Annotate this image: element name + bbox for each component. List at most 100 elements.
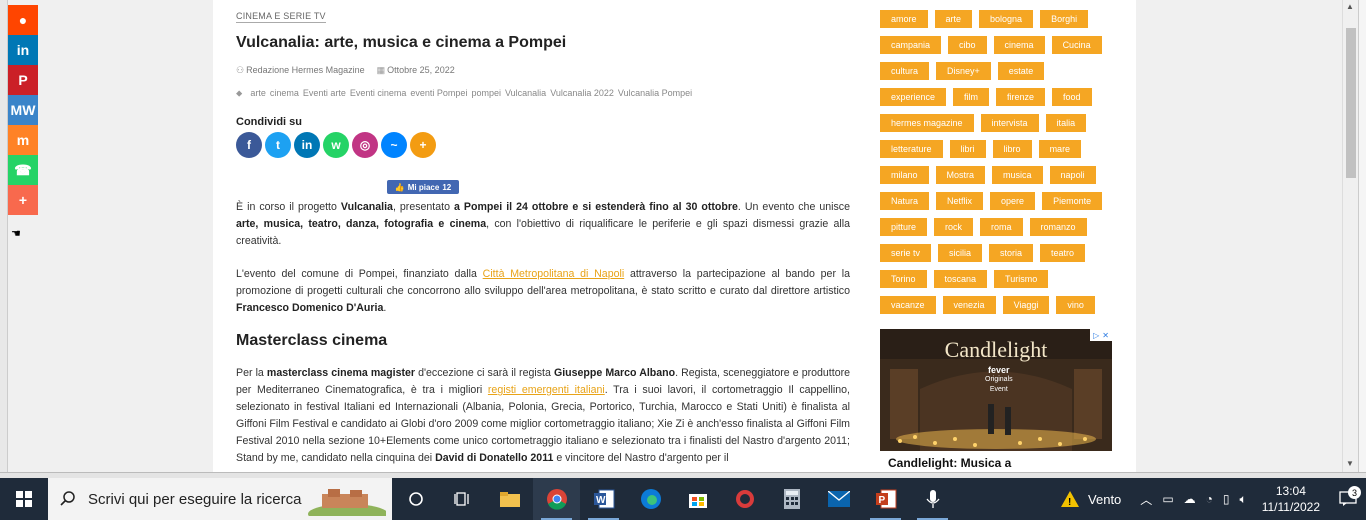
- tag-cloud-link[interactable]: cibo: [948, 36, 987, 54]
- article-tag-link[interactable]: eventi Pompei: [410, 88, 467, 99]
- notification-center[interactable]: 3: [1330, 486, 1366, 507]
- tag-cloud-link[interactable]: bologna: [979, 10, 1034, 28]
- tag-cloud-link[interactable]: Netflix: [936, 192, 984, 210]
- tray-cloud[interactable]: ☁: [1179, 492, 1201, 506]
- tag-cloud-link[interactable]: napoli: [1049, 166, 1096, 184]
- taskbar-calculator[interactable]: [768, 478, 815, 520]
- messenger-icon[interactable]: ~: [381, 132, 407, 158]
- tag-cloud-link[interactable]: libro: [992, 140, 1032, 158]
- tray-volume[interactable]: 🔈︎: [1235, 492, 1252, 507]
- meneame-share-icon[interactable]: MW: [8, 95, 38, 125]
- tag-cloud-link[interactable]: food: [1052, 88, 1092, 106]
- tray-wifi[interactable]: ◔: [1201, 492, 1218, 506]
- instagram-icon[interactable]: ◎: [352, 132, 378, 158]
- tag-cloud-link[interactable]: vino: [1056, 296, 1095, 314]
- category-link[interactable]: CINEMA E SERIE TV: [236, 11, 326, 23]
- tag-cloud-link[interactable]: roma: [980, 218, 1023, 236]
- tag-cloud-link[interactable]: musica: [992, 166, 1043, 184]
- taskbar-voice-recorder[interactable]: [909, 478, 956, 520]
- tag-cloud-link[interactable]: letterature: [880, 140, 943, 158]
- linkedin-share-icon[interactable]: in: [8, 35, 38, 65]
- advertisement[interactable]: Candlelight ▷ ✕ fever Originals Event Can…: [880, 329, 1112, 472]
- article-tag-link[interactable]: arte: [250, 88, 266, 99]
- mix-share-icon[interactable]: m: [8, 125, 38, 155]
- tag-cloud-link[interactable]: mare: [1038, 140, 1082, 158]
- tag-cloud-link[interactable]: Natura: [880, 192, 930, 210]
- tag-cloud-link[interactable]: cinema: [993, 36, 1045, 54]
- pinterest-share-icon[interactable]: P: [8, 65, 38, 95]
- tag-cloud-link[interactable]: opere: [990, 192, 1036, 210]
- page-scrollbar[interactable]: ▲ ▼: [1342, 0, 1358, 472]
- tag-cloud-link[interactable]: firenze: [996, 88, 1046, 106]
- scrollbar-thumb[interactable]: [1346, 28, 1356, 178]
- taskbar-edge[interactable]: [627, 478, 674, 520]
- article-tag-link[interactable]: Vulcanalia: [505, 88, 546, 99]
- tag-cloud-link[interactable]: arte: [934, 10, 973, 28]
- start-button[interactable]: [0, 478, 48, 520]
- article-tag-link[interactable]: pompei: [471, 88, 501, 99]
- tag-cloud-link[interactable]: estate: [997, 62, 1045, 80]
- tray-battery[interactable]: ▯: [1218, 492, 1235, 506]
- tag-cloud-link[interactable]: pitture: [880, 218, 928, 236]
- more-share-icon[interactable]: +: [8, 185, 38, 215]
- clock[interactable]: 13:04 11/11/2022: [1252, 483, 1330, 515]
- facebook-icon[interactable]: f: [236, 132, 262, 158]
- scroll-down-icon[interactable]: ▼: [1346, 459, 1354, 468]
- tag-cloud-link[interactable]: Mostra: [935, 166, 986, 184]
- tag-cloud-link[interactable]: libri: [949, 140, 986, 158]
- more-icon[interactable]: +: [410, 132, 436, 158]
- taskbar-powerpoint[interactable]: P: [862, 478, 909, 520]
- ad-close-icon[interactable]: ▷ ✕: [1090, 329, 1112, 341]
- author[interactable]: ⚇ Redazione Hermes Magazine: [236, 65, 365, 76]
- tray-device[interactable]: ▭: [1157, 492, 1178, 506]
- tag-cloud-link[interactable]: hermes magazine: [880, 114, 974, 132]
- tag-cloud-link[interactable]: Turismo: [994, 270, 1049, 288]
- tag-cloud-link[interactable]: Torino: [880, 270, 927, 288]
- tag-cloud-link[interactable]: intervista: [980, 114, 1039, 132]
- article-tag-link[interactable]: Vulcanalia Pompei: [618, 88, 692, 99]
- tag-cloud-link[interactable]: teatro: [1040, 244, 1086, 262]
- reddit-share-icon[interactable]: ●: [8, 5, 38, 35]
- taskbar-chrome[interactable]: [533, 478, 580, 520]
- tag-cloud-link[interactable]: experience: [880, 88, 947, 106]
- taskbar-mail[interactable]: [815, 478, 862, 520]
- tag-cloud-link[interactable]: rock: [934, 218, 974, 236]
- article-tag-link[interactable]: Vulcanalia 2022: [550, 88, 614, 99]
- tag-cloud-link[interactable]: venezia: [942, 296, 996, 314]
- tag-cloud-link[interactable]: Piemonte: [1042, 192, 1103, 210]
- whatsapp-share-icon[interactable]: ☎: [8, 155, 38, 185]
- tag-cloud-link[interactable]: italia: [1045, 114, 1087, 132]
- twitter-icon[interactable]: t: [265, 132, 291, 158]
- ad-caption[interactable]: Candlelight: Musica a: [880, 451, 1112, 472]
- tag-cloud-link[interactable]: cultura: [880, 62, 930, 80]
- article-tag-link[interactable]: Eventi cinema: [350, 88, 407, 99]
- citta-metropolitana-link[interactable]: Città Metropolitana di Napoli: [483, 268, 625, 280]
- tag-cloud-link[interactable]: romanzo: [1029, 218, 1087, 236]
- taskbar-game-app[interactable]: [721, 478, 768, 520]
- linkedin-icon[interactable]: in: [294, 132, 320, 158]
- taskbar-store[interactable]: [674, 478, 721, 520]
- tag-cloud-link[interactable]: Disney+: [936, 62, 991, 80]
- tag-cloud-link[interactable]: campania: [880, 36, 942, 54]
- article-tag-link[interactable]: cinema: [270, 88, 299, 99]
- task-view[interactable]: [439, 478, 486, 520]
- taskbar-file-explorer[interactable]: [486, 478, 533, 520]
- tag-cloud-link[interactable]: Borghi: [1040, 10, 1089, 28]
- taskbar-search[interactable]: Scrivi qui per eseguire la ricerca: [48, 478, 392, 520]
- facebook-like-button[interactable]: 👍 Mi piace 12: [387, 180, 459, 194]
- whatsapp-icon[interactable]: w: [323, 132, 349, 158]
- tag-cloud-link[interactable]: Cucina: [1051, 36, 1102, 54]
- weather-widget[interactable]: ! Vento: [1055, 490, 1135, 508]
- tag-cloud-link[interactable]: Viaggi: [1002, 296, 1050, 314]
- tag-cloud-link[interactable]: storia: [989, 244, 1034, 262]
- tag-cloud-link[interactable]: toscana: [933, 270, 988, 288]
- tag-cloud-link[interactable]: milano: [880, 166, 929, 184]
- tag-cloud-link[interactable]: amore: [880, 10, 928, 28]
- taskbar-word[interactable]: W: [580, 478, 627, 520]
- task-view-cortana[interactable]: [392, 478, 439, 520]
- tag-cloud-link[interactable]: serie tv: [880, 244, 932, 262]
- tag-cloud-link[interactable]: film: [953, 88, 990, 106]
- scroll-up-icon[interactable]: ▲: [1346, 2, 1354, 11]
- registi-emergenti-link[interactable]: registi emergenti italiani: [488, 384, 605, 396]
- tag-cloud-link[interactable]: sicilia: [938, 244, 983, 262]
